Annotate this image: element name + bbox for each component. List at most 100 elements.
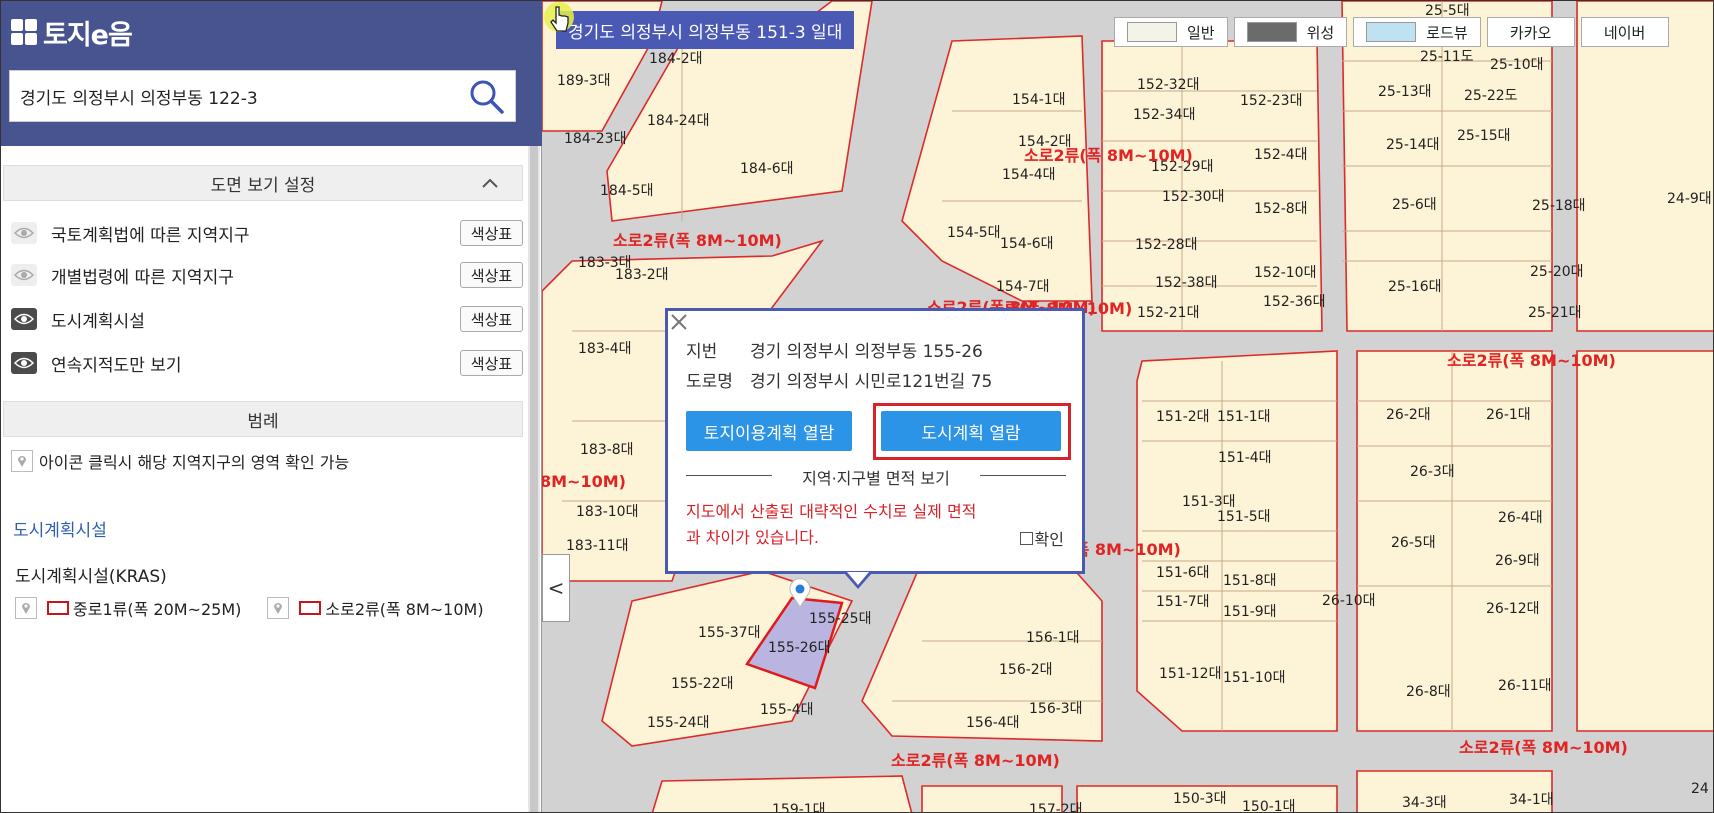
parcel-label: 156-1대 xyxy=(1026,630,1080,646)
parcel-label: 152-23대 xyxy=(1240,93,1302,109)
search-input[interactable] xyxy=(10,71,450,121)
area-section-divider: 지역·지구별 면적 보기 xyxy=(686,465,1066,488)
jibun-key: 지번 xyxy=(686,342,718,362)
layer-label: 국토계획법에 따른 지역지구 xyxy=(51,225,250,246)
legend-header: 범례 xyxy=(3,401,523,437)
map-pin-icon[interactable] xyxy=(267,597,290,619)
road-label: 소로2류(폭 8M~10M) xyxy=(613,231,782,250)
collapse-sidebar-button[interactable]: < xyxy=(542,554,570,622)
jibun-row: 지번 경기 의정부시 의정부동 155-26 xyxy=(686,337,983,362)
layer-row-individual-zones: 개별법령에 따른 지역지구 색상표 xyxy=(11,257,523,293)
road-address-row: 도로명 경기 의정부시 시민로121번길 75 xyxy=(686,367,992,392)
legend-swatch xyxy=(47,601,69,615)
parcel-label: 25-18대 xyxy=(1532,198,1586,214)
parcel-label: 184-6대 xyxy=(740,161,794,177)
logo-text: 토지e음 xyxy=(43,19,133,51)
eye-off-icon[interactable] xyxy=(11,264,37,286)
parcel-label: 25-11도 xyxy=(1420,49,1474,65)
parcel-label: 25-22도 xyxy=(1464,88,1518,104)
parcel-label: 152-32대 xyxy=(1137,77,1199,93)
parcel-label: 183-2대 xyxy=(615,267,669,283)
parcel-label: 150-1대 xyxy=(1242,799,1296,813)
parcel-label: 154-4대 xyxy=(1002,167,1056,183)
search-icon[interactable] xyxy=(467,77,507,117)
map-type-label: 네이버 xyxy=(1603,23,1646,42)
popup-tail-inner xyxy=(847,572,869,585)
parcel-label: 154-7대 xyxy=(996,279,1050,295)
checkbox[interactable] xyxy=(1019,531,1033,545)
parcel-label: 152-38대 xyxy=(1155,275,1217,291)
parcel-label: 155-24대 xyxy=(647,715,709,731)
legend-swatch xyxy=(299,601,322,615)
parcel-label: 151-2대 xyxy=(1156,409,1210,425)
parcel-label: 154-1대 xyxy=(1012,92,1066,108)
parcel-label: 34-3대 xyxy=(1402,795,1447,811)
parcel-label: 184-2대 xyxy=(649,51,703,67)
eye-off-icon[interactable] xyxy=(11,222,37,244)
parcel-label: 151-12대 xyxy=(1159,666,1221,682)
city-plan-button[interactable]: 도시계획 열람 xyxy=(881,411,1061,451)
confirm-checkbox[interactable]: 확인 xyxy=(1019,526,1064,550)
parcel-label: 183-10대 xyxy=(576,504,638,520)
eye-on-icon[interactable] xyxy=(11,352,37,374)
parcel-label: 25-15대 xyxy=(1457,128,1511,144)
address-banner: 경기도 의정부시 의정부동 151-3 일대 xyxy=(556,11,855,49)
parcel-label: 152-36대 xyxy=(1263,294,1325,310)
parcel-label: 34-1대 xyxy=(1509,792,1554,808)
map-type-general-button[interactable]: 일반 xyxy=(1114,17,1228,47)
map-type-kakao-button[interactable]: 카카오 xyxy=(1486,17,1575,47)
map-type-roadview-button[interactable]: 로드뷰 xyxy=(1353,17,1481,47)
color-table-button[interactable]: 색상표 xyxy=(460,262,523,288)
color-table-button[interactable]: 색상표 xyxy=(460,306,523,332)
confirm-label: 확인 xyxy=(1034,530,1064,549)
parcel-label: 150-3대 xyxy=(1173,791,1227,807)
eye-on-icon[interactable] xyxy=(11,308,37,330)
legend-item-label: 소로2류(폭 8M~10M) xyxy=(325,600,484,619)
map-type-switcher: 일반 위성 로드뷰 카카오 네이버 xyxy=(1114,17,1669,47)
view-settings-header[interactable]: 도면 보기 설정 xyxy=(3,165,523,201)
parcel-label: 183-8대 xyxy=(580,442,634,458)
parcel-label: 26-11대 xyxy=(1498,678,1552,694)
legend-item[interactable]: 중로1류(폭 20M~25M) xyxy=(15,596,241,620)
color-table-button[interactable]: 색상표 xyxy=(460,350,523,376)
layer-label: 연속지적도만 보기 xyxy=(51,355,182,376)
facility-section-title: 도시계획시설 xyxy=(13,521,107,541)
map-pin-icon xyxy=(11,450,33,472)
parcel-label: 152-10대 xyxy=(1254,265,1316,281)
sidebar-scrollbar-thumb[interactable] xyxy=(530,146,538,812)
parcel-label: 152-30대 xyxy=(1162,189,1224,205)
jibun-value: 경기 의정부시 의정부동 155-26 xyxy=(750,342,983,362)
layer-row-cadastral-only: 연속지적도만 보기 색상표 xyxy=(11,345,523,381)
parcel-label: 156-2대 xyxy=(999,662,1053,678)
chevron-up-icon[interactable] xyxy=(480,174,500,194)
map-type-naver-button[interactable]: 네이버 xyxy=(1580,17,1669,47)
parcel-label: 25-10대 xyxy=(1490,57,1544,73)
map-view[interactable]: 189-3대 184-2대 184-24대 184-23대 184-6대 184-5대 18… xyxy=(542,1,1713,813)
map-type-satellite-button[interactable]: 위성 xyxy=(1233,17,1348,47)
color-table-button[interactable]: 색상표 xyxy=(460,220,523,246)
parcel-label: 184-23대 xyxy=(564,131,626,147)
legend-item-label: 중로1류(폭 20M~25M) xyxy=(73,600,242,619)
roadview-map-icon xyxy=(1366,22,1417,42)
parcel-label: 184-5대 xyxy=(600,183,654,199)
parcel-label: 157-2대 xyxy=(1029,802,1083,813)
divider-line xyxy=(980,475,1066,476)
close-icon[interactable] xyxy=(668,311,690,333)
land-use-plan-button[interactable]: 토지이용계획 열람 xyxy=(686,411,852,451)
parcel-label: 151-5대 xyxy=(1217,509,1271,525)
area-warning-text: 지도에서 산출된 대략적인 수치로 실제 면적과 차이가 있습니다. xyxy=(686,502,977,547)
logo[interactable]: 토지e음 xyxy=(11,15,133,51)
parcel-label: 26-5대 xyxy=(1391,535,1436,551)
parcel-label: 156-3대 xyxy=(1029,701,1083,717)
map-type-label: 일반 xyxy=(1187,23,1215,42)
legend-items: 중로1류(폭 20M~25M) 소로2류(폭 8M~10M) xyxy=(15,596,510,620)
legend-note-text: 아이콘 클릭시 해당 지역지구의 영역 확인 가능 xyxy=(39,453,350,472)
layer-row-national-zones: 국토계획법에 따른 지역지구 색상표 xyxy=(11,215,523,251)
legend-item[interactable]: 소로2류(폭 8M~10M) xyxy=(267,596,484,620)
road-label: 소로2류(폭 8M~10M) xyxy=(1024,146,1193,165)
parcel-label: 24-9대 xyxy=(1667,191,1712,207)
sidebar-scrollbar[interactable] xyxy=(528,146,540,812)
parcel-label: 26-3대 xyxy=(1410,464,1455,480)
layer-row-city-facilities: 도시계획시설 색상표 xyxy=(11,301,523,337)
map-pin-icon[interactable] xyxy=(15,597,37,619)
